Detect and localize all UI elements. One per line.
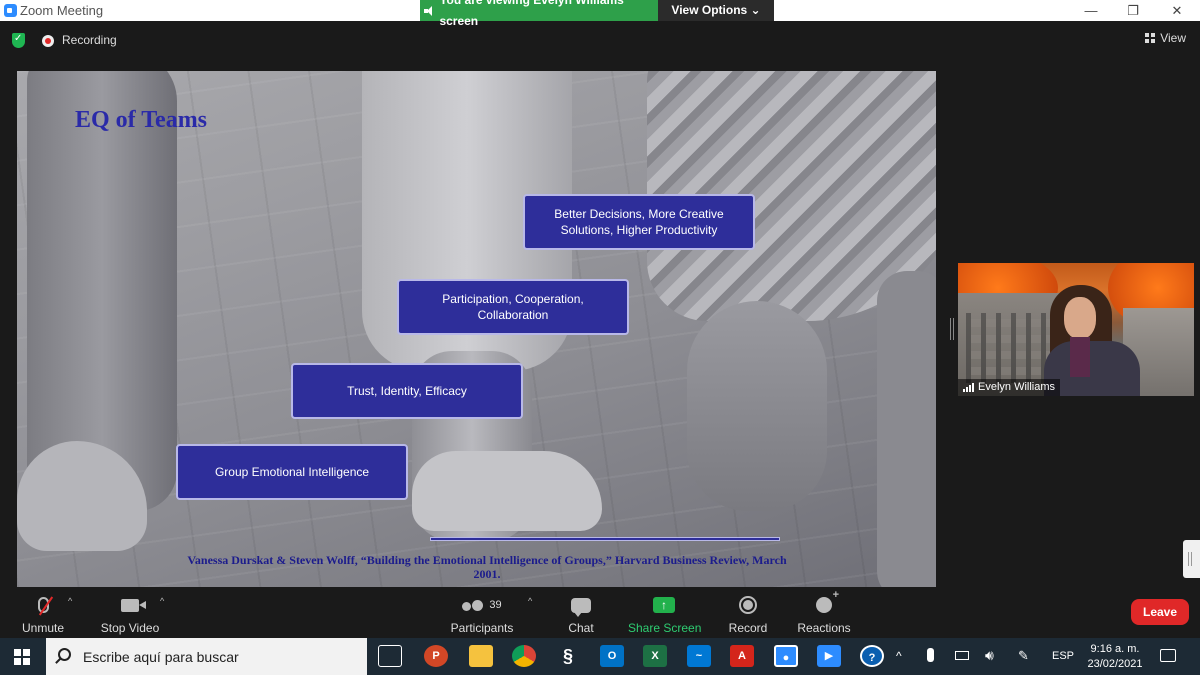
slide-photo-foot — [687, 301, 827, 511]
share-screen-icon: ↑ — [653, 597, 675, 613]
slide-step-box: Better Decisions, More Creative Solution… — [523, 194, 755, 250]
chrome-icon[interactable] — [512, 645, 536, 667]
recording-label: Recording — [62, 33, 117, 47]
mail-icon[interactable]: ~ — [687, 645, 711, 667]
zoom-icon[interactable]: ▶ — [817, 645, 841, 667]
participant-name-tag: Evelyn Williams — [958, 379, 1061, 396]
recording-icon — [42, 35, 54, 47]
task-view-icon[interactable] — [378, 645, 402, 667]
taskbar-search-placeholder: Escribe aquí para buscar — [83, 649, 239, 665]
record-icon — [739, 596, 757, 614]
audio-options-caret[interactable]: ^ — [68, 596, 72, 606]
slide-photo-foot — [412, 451, 602, 531]
chat-button[interactable]: Chat — [562, 592, 600, 635]
window-titlebar: Zoom Meeting You are viewing Evelyn Will… — [0, 0, 1200, 28]
taskbar-search-box[interactable]: Escribe aquí para buscar — [46, 638, 367, 675]
file-explorer-icon[interactable] — [469, 645, 493, 667]
acrobat-icon[interactable]: A — [730, 645, 754, 667]
share-banner: You are viewing Evelyn Williams' screen … — [420, 0, 774, 28]
panel-resize-handle[interactable] — [950, 318, 954, 340]
participant-face — [1064, 297, 1096, 339]
chat-label: Chat — [568, 621, 594, 635]
participants-icon — [462, 599, 484, 611]
window-title: Zoom Meeting — [20, 3, 104, 18]
powerpoint-icon[interactable]: P — [424, 645, 448, 667]
reactions-label: Reactions — [797, 621, 851, 635]
view-options-button[interactable]: View Options ⌄ — [658, 0, 774, 21]
participant-scarf — [1070, 337, 1090, 377]
participants-button[interactable]: 39 Participants — [449, 592, 515, 635]
unmute-label: Unmute — [21, 621, 65, 635]
meeting-toolbar: Unmute ^ Stop Video ^ 39 Participants ^ … — [0, 587, 1200, 638]
grid-view-icon — [1145, 33, 1156, 43]
slide-divider — [430, 537, 780, 541]
slide-citation: Vanessa Durskat & Steven Wolff, “Buildin… — [187, 553, 787, 581]
share-screen-label: Share Screen — [628, 621, 702, 635]
microphone-muted-icon — [37, 596, 53, 616]
share-screen-button[interactable]: ↑ Share Screen — [628, 592, 702, 635]
app-swirl-icon[interactable]: § — [556, 645, 580, 667]
close-button[interactable]: ✕ — [1162, 2, 1192, 19]
stop-video-button[interactable]: Stop Video — [98, 592, 162, 635]
excel-icon[interactable]: X — [643, 645, 667, 667]
windows-taskbar: Escribe aquí para buscar P § O X ~ A ● ▶… — [0, 638, 1200, 675]
clock-date: 23/02/2021 — [1087, 658, 1143, 670]
reactions-icon — [816, 589, 839, 613]
clock-time: 9:16 a. m. — [1090, 643, 1140, 655]
windows-start-icon[interactable] — [14, 649, 30, 665]
shared-screen: EQ of Teams Group Emotional Intelligence… — [17, 71, 936, 587]
chat-icon — [571, 597, 591, 617]
reactions-button[interactable]: Reactions — [795, 589, 853, 635]
participant-name: Evelyn Williams — [978, 381, 1056, 393]
viewing-screen-banner: You are viewing Evelyn Williams' screen — [420, 0, 658, 28]
view-button[interactable]: View — [1145, 31, 1186, 45]
tray-expand-icon[interactable]: ^ — [896, 649, 902, 663]
outlook-icon[interactable]: O — [600, 645, 624, 667]
taskbar-clock[interactable]: 9:16 a. m. 23/02/2021 — [1085, 642, 1145, 672]
minimize-button[interactable]: — — [1076, 2, 1106, 19]
search-icon — [58, 648, 71, 661]
record-label: Record — [728, 621, 768, 635]
slide-step-box: Trust, Identity, Efficacy — [291, 363, 523, 419]
participant-video[interactable]: Evelyn Williams — [958, 263, 1194, 396]
volume-icon[interactable]: 🔊︎ — [985, 647, 994, 664]
video-options-caret[interactable]: ^ — [160, 596, 164, 606]
zoom-logo-icon — [4, 4, 17, 17]
zoom-meeting-icon[interactable]: ● — [774, 645, 798, 667]
meeting-info-bar: Recording View — [0, 21, 1200, 61]
participant-count: 39 — [489, 599, 502, 611]
stop-video-label: Stop Video — [100, 621, 160, 635]
pen-icon[interactable]: ✎ — [1018, 648, 1029, 664]
slide-title: EQ of Teams — [75, 107, 208, 133]
battery-icon[interactable] — [955, 651, 969, 660]
leave-button[interactable]: Leave — [1131, 599, 1189, 625]
side-panel-handle[interactable] — [1183, 540, 1200, 578]
participants-options-caret[interactable]: ^ — [528, 596, 532, 606]
slide-step-box: Participation, Cooperation, Collaboratio… — [397, 279, 629, 335]
signal-strength-icon — [963, 383, 974, 392]
record-button[interactable]: Record — [726, 592, 770, 635]
participants-label: Participants — [450, 621, 514, 635]
view-label: View — [1160, 31, 1186, 45]
restore-button[interactable]: ❐ — [1118, 2, 1148, 19]
shield-icon[interactable] — [12, 33, 25, 48]
slide-photo-leg — [877, 271, 936, 587]
microphone-tray-icon[interactable] — [927, 648, 934, 662]
slide-step-box: Group Emotional Intelligence — [176, 444, 408, 500]
speaker-icon[interactable] — [424, 5, 435, 16]
unmute-button[interactable]: Unmute — [18, 592, 68, 635]
notifications-icon[interactable] — [1160, 649, 1176, 662]
help-icon[interactable]: ? — [860, 645, 884, 667]
camera-icon — [121, 598, 146, 612]
language-indicator[interactable]: ESP — [1052, 650, 1074, 662]
